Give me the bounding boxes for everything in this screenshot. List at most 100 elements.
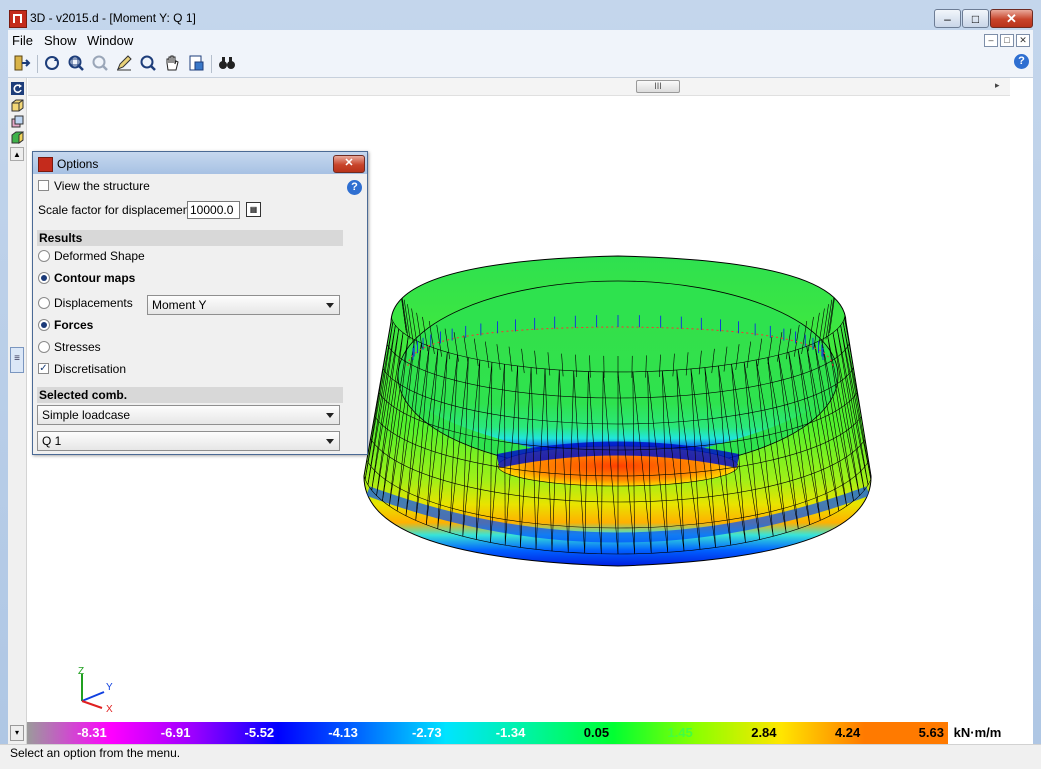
mesh-line: [830, 280, 836, 286]
chevron-down-icon: [326, 413, 334, 418]
zoom-icon[interactable]: [138, 53, 158, 73]
axes-indicator: Z Y X: [78, 666, 113, 715]
help-icon[interactable]: ?: [1014, 54, 1029, 69]
results-heading: Results: [37, 230, 343, 246]
forces-radio[interactable]: [38, 319, 50, 331]
comb-select-value: Q 1: [42, 434, 61, 448]
dome-structure: [363, 216, 873, 566]
maximize-button[interactable]: □: [962, 9, 989, 28]
dialog-close-button[interactable]: ✕: [333, 155, 365, 173]
quantity-select-value: Moment Y: [152, 298, 206, 312]
side-panel-handle[interactable]: ≡: [10, 347, 24, 373]
discretisation-label: Discretisation: [54, 362, 126, 376]
help-icon[interactable]: ?: [347, 180, 362, 195]
mesh-line: [659, 217, 660, 233]
displacements-radio[interactable]: [38, 297, 50, 309]
legend-value: -1.34: [446, 722, 530, 744]
mesh-line: [794, 247, 799, 253]
mesh-line: [464, 237, 468, 247]
stresses-label: Stresses: [54, 340, 101, 354]
view-solid-icon[interactable]: [10, 130, 24, 144]
mesh-line: [826, 271, 832, 273]
side-scroll-up-icon[interactable]: ▲: [10, 147, 24, 161]
pan-hand-icon[interactable]: [162, 53, 182, 73]
mesh-line: [575, 217, 576, 233]
scale-factor-input[interactable]: 10000.0: [187, 201, 240, 219]
stresses-radio[interactable]: [38, 341, 50, 353]
toolbar-separator: [211, 55, 212, 73]
mesh-line: [535, 221, 537, 235]
close-icon: ✕: [1006, 11, 1017, 27]
rotate-icon[interactable]: [42, 53, 62, 73]
contour-maps-label: Contour maps: [54, 271, 135, 285]
minimize-button[interactable]: –: [934, 9, 961, 28]
mesh-line: [400, 277, 406, 282]
view-planes-icon[interactable]: [10, 114, 24, 128]
zoom-previous-icon[interactable]: [90, 53, 110, 73]
chevron-down-icon: [326, 303, 334, 308]
mdi-close-button[interactable]: ✕: [1016, 34, 1030, 47]
comb-type-select-value: Simple loadcase: [42, 408, 130, 422]
scroll-right-icon[interactable]: ▸: [995, 80, 1000, 91]
toolbar-separator: [37, 55, 38, 73]
axis-y-label: Y: [106, 682, 113, 693]
legend-value: 1.45: [613, 722, 697, 744]
scrollbar-thumb[interactable]: III: [636, 80, 680, 93]
pencil-icon[interactable]: [114, 53, 134, 73]
app-logo-icon[interactable]: [9, 10, 27, 28]
menu-show[interactable]: Show: [44, 33, 77, 48]
contour-maps-radio[interactable]: [38, 272, 50, 284]
calculator-icon[interactable]: ▦: [246, 202, 261, 217]
mdi-minimize-button[interactable]: –: [984, 34, 998, 47]
mdi-restore-button[interactable]: □: [1000, 34, 1014, 47]
scale-factor-label: Scale factor for displacements: [38, 203, 199, 217]
mesh-line: [509, 225, 512, 238]
legend-value: -2.73: [362, 722, 446, 744]
zoom-window-icon[interactable]: [66, 53, 86, 73]
view-structure-checkbox[interactable]: [38, 180, 49, 191]
legend-value: -5.52: [194, 722, 278, 744]
print-icon[interactable]: [186, 53, 206, 73]
exit-icon[interactable]: [12, 53, 32, 73]
mesh-line: [445, 243, 450, 250]
status-text: Select an option from the menu.: [10, 746, 180, 760]
forces-label: Forces: [54, 318, 93, 332]
deformed-shape-radio[interactable]: [38, 250, 50, 262]
mesh-line: [758, 233, 762, 244]
close-button[interactable]: ✕: [990, 9, 1033, 28]
mesh-line: [808, 255, 813, 259]
find-binoculars-icon[interactable]: [217, 53, 237, 73]
legend-value: 0.05: [529, 722, 613, 744]
axis-z-label: Z: [78, 666, 84, 677]
window-title: 3D - v2015.d - [Moment Y: Q 1]: [30, 11, 196, 25]
mesh-line: [673, 218, 675, 233]
mesh-line: [830, 280, 836, 286]
mesh-line: [768, 237, 772, 247]
menu-window[interactable]: Window: [87, 33, 133, 48]
undo-view-icon[interactable]: [10, 81, 24, 95]
mesh-line: [828, 274, 834, 277]
mesh-line: [686, 220, 688, 235]
side-scroll-down-icon[interactable]: ▾: [10, 725, 24, 741]
color-legend: -8.31-6.91-5.52-4.13-2.73-1.340.051.452.…: [27, 722, 1007, 744]
quantity-select[interactable]: Moment Y: [147, 295, 340, 315]
view-3d-cube-icon[interactable]: [10, 98, 24, 112]
side-toolbar: [8, 78, 27, 744]
comb-type-select[interactable]: Simple loadcase: [37, 405, 340, 425]
discretisation-checkbox[interactable]: ✓: [38, 363, 49, 374]
mesh-line: [712, 223, 715, 237]
legend-value: 5.63: [864, 722, 948, 744]
menu-file[interactable]: File: [12, 33, 33, 48]
mesh-line: [402, 274, 408, 277]
comb-select[interactable]: Q 1: [37, 431, 340, 451]
mesh-line: [724, 225, 727, 238]
mesh-line: [646, 217, 647, 233]
mesh-line: [777, 240, 782, 249]
mesh-line: [814, 259, 820, 261]
horizontal-scrollbar[interactable]: [28, 78, 1010, 96]
mesh-line: [497, 228, 500, 240]
app-logo-icon: [38, 157, 53, 172]
mesh-line: [412, 263, 418, 264]
legend-value: -8.31: [27, 722, 111, 744]
maximize-icon: □: [972, 12, 979, 26]
